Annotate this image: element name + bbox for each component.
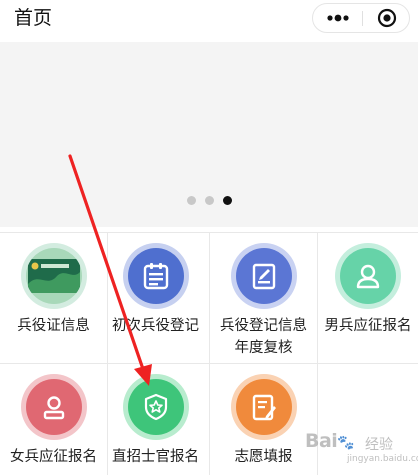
- watermark-url: jingyan.baidu.com: [347, 454, 418, 464]
- grid-item-label: 志愿填报: [234, 449, 293, 465]
- id-card-icon: [25, 248, 82, 304]
- icon-ring: [20, 243, 87, 309]
- grid-item-label: 兵役证信息: [17, 318, 90, 334]
- user-icon: [340, 248, 396, 304]
- grid-item-male-enlistment[interactable]: 男兵应征报名: [318, 233, 418, 364]
- icon-ring: [335, 243, 401, 309]
- page-title: 首页: [14, 7, 53, 29]
- baidu-jingyan-watermark: Bai🐾 经验 jingyan.baidu.com: [305, 428, 418, 468]
- grid-item-label: 男兵应征报名: [324, 318, 412, 334]
- grid-item-direct-nco-recruitment[interactable]: 直招士官报名: [102, 364, 210, 475]
- watermark-jingyan: 经验: [365, 437, 393, 453]
- more-button[interactable]: [313, 4, 362, 32]
- grid-item-first-registration[interactable]: 初次兵役登记: [102, 233, 210, 364]
- icon-ring: [20, 374, 87, 440]
- clipboard-list-icon: [127, 248, 184, 304]
- grid-item-label: 女兵应征报名: [10, 449, 97, 465]
- grid-item-label: 兵役登记信息年度复核: [220, 318, 307, 356]
- grid-item-label: 直招士官报名: [112, 449, 199, 465]
- carousel-dot[interactable]: [186, 196, 196, 205]
- close-button[interactable]: [363, 4, 410, 32]
- star-shield-icon: [127, 379, 184, 435]
- edit-document-icon: [235, 248, 292, 304]
- miniprogram-close-icon: [377, 8, 396, 28]
- navbar: 首页: [0, 0, 418, 40]
- form-edit-icon: [235, 379, 292, 435]
- grid-item-preference-filling[interactable]: 志愿填报: [210, 364, 318, 475]
- grid-item-annual-review[interactable]: 兵役登记信息年度复核: [210, 233, 318, 364]
- watermark-brand: Bai🐾: [305, 430, 355, 452]
- icon-ring: [230, 374, 297, 440]
- icon-ring: [230, 243, 297, 309]
- more-dots-icon: [326, 14, 349, 22]
- icon-ring: [122, 374, 189, 440]
- capsule-menu: [312, 3, 410, 33]
- grid-item-label: 初次兵役登记: [112, 318, 199, 334]
- grid-item-female-enlistment[interactable]: 女兵应征报名: [0, 364, 108, 475]
- carousel-dot[interactable]: [204, 196, 214, 205]
- user-icon: [25, 379, 82, 435]
- carousel-dot-active[interactable]: [222, 196, 232, 205]
- grid-item-military-card-info[interactable]: 兵役证信息: [0, 233, 108, 364]
- carousel-indicator: [0, 196, 418, 206]
- icon-ring: [122, 243, 189, 309]
